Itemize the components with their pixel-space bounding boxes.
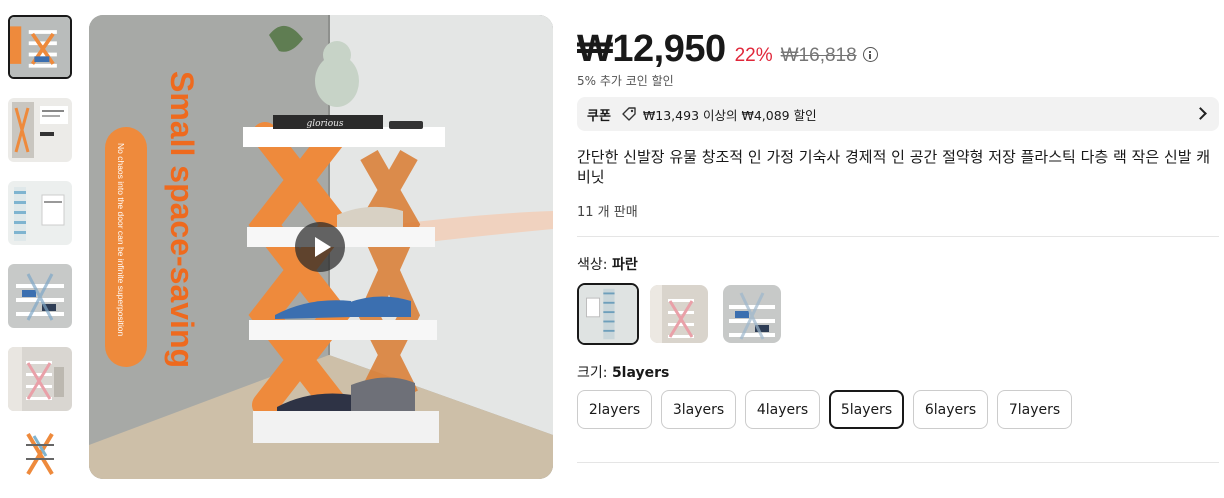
- main-image-headline: Small space-saving: [164, 71, 200, 368]
- size-option-2layers[interactable]: 2layers: [577, 390, 652, 429]
- size-option-6layers[interactable]: 6layers: [913, 390, 988, 429]
- tag-icon: [622, 107, 636, 121]
- sold-count: 11 개 판매: [577, 205, 638, 220]
- book-text: glorious: [306, 119, 343, 129]
- discount-percent: 22%: [734, 45, 773, 66]
- original-price: ₩16,818: [780, 45, 857, 66]
- product-title: 간단한 신발장 유물 창조적 인 가정 기숙사 경제적 인 공간 절약형 저장 …: [577, 148, 1211, 186]
- divider: [577, 462, 1219, 463]
- price-row: ₩12,950 22% ₩16,818: [577, 28, 878, 71]
- size-label: 크기: 5layers: [577, 362, 669, 382]
- size-label-prefix: 크기:: [577, 365, 612, 381]
- thumbnail-4[interactable]: [8, 264, 72, 328]
- play-video-button[interactable]: [295, 222, 345, 272]
- color-option-2[interactable]: [650, 285, 708, 343]
- coupon-banner[interactable]: 쿠폰 ₩13,493 이상의 ₩4,089 할인: [577, 97, 1219, 131]
- thumbnail-1[interactable]: [8, 15, 72, 79]
- coupon-label: 쿠폰: [587, 108, 611, 124]
- size-option-7layers[interactable]: 7layers: [997, 390, 1072, 429]
- thumbnail-5[interactable]: [8, 347, 72, 411]
- current-price: ₩12,950: [577, 28, 726, 70]
- thumbnail-6[interactable]: [8, 430, 72, 478]
- size-option-3layers[interactable]: 3layers: [661, 390, 736, 429]
- chevron-right-icon[interactable]: [1194, 107, 1207, 120]
- color-option-1[interactable]: [577, 283, 639, 345]
- thumbnail-3[interactable]: [8, 181, 72, 245]
- color-option-3[interactable]: [723, 285, 781, 343]
- size-option-4layers[interactable]: 4layers: [745, 390, 820, 429]
- main-image-tagline: No chaos into the door can be infinite s…: [116, 143, 126, 337]
- size-value: 5layers: [611, 365, 670, 381]
- thumbnail-2[interactable]: [8, 98, 72, 162]
- size-options: 2layers 3layers 4layers 5layers 6layers …: [577, 390, 1081, 429]
- color-label-prefix: 색상:: [577, 257, 612, 273]
- coupon-text: ₩13,493 이상의 ₩4,089 할인: [642, 107, 817, 123]
- info-icon[interactable]: [862, 47, 878, 62]
- color-label: 색상: 파란: [577, 254, 638, 274]
- color-value: 파란: [611, 257, 638, 273]
- size-option-5layers[interactable]: 5layers: [829, 390, 904, 429]
- coin-discount-note: 5% 추가 코인 할인: [577, 74, 674, 88]
- main-product-image[interactable]: glorious No chaos into the door can be i…: [89, 15, 553, 479]
- divider: [577, 236, 1219, 237]
